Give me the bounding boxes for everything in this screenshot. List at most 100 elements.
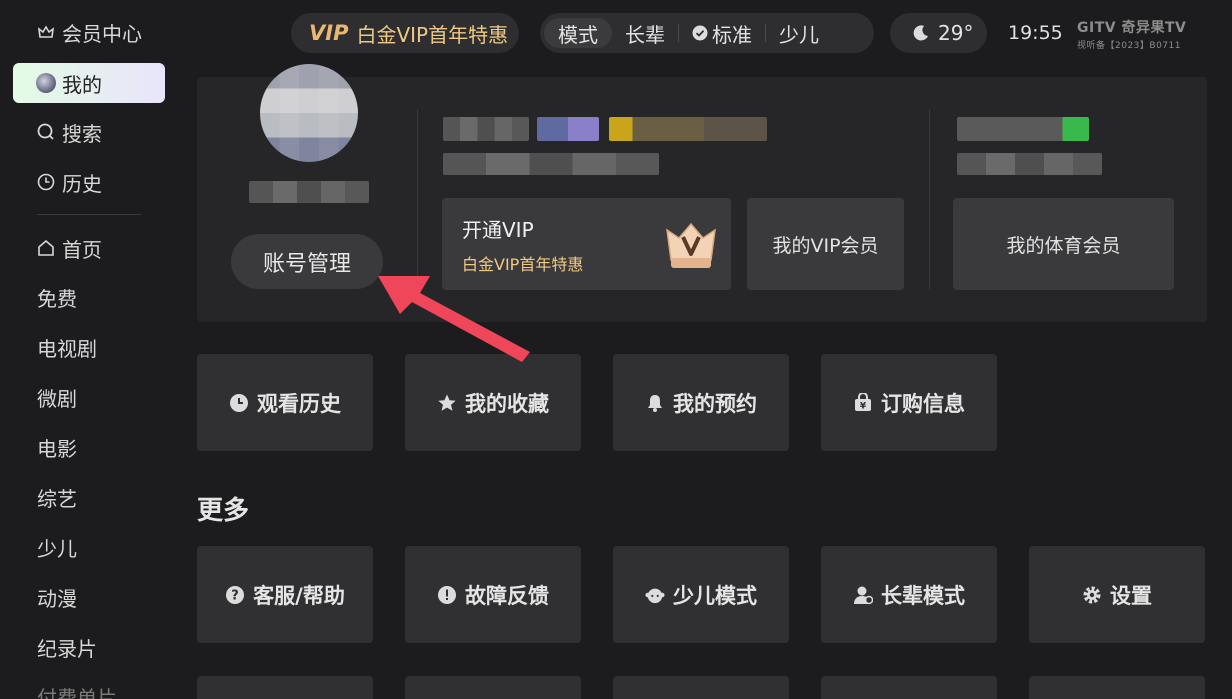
mode-label: 模式 bbox=[544, 18, 612, 48]
open-vip-subtitle: 白金VIP首年特惠 bbox=[462, 254, 584, 274]
my-reservations-tile[interactable]: 我的预约 bbox=[613, 354, 789, 451]
sidebar-item-search[interactable]: 搜索 bbox=[13, 112, 165, 152]
weather-widget[interactable]: 29° bbox=[890, 13, 987, 53]
tile-label: 我的预约 bbox=[673, 391, 757, 416]
clock-icon bbox=[36, 172, 56, 192]
vip-promo-button[interactable]: VIP 白金VIP首年特惠 bbox=[291, 13, 519, 53]
my-vip-membership-button[interactable]: 我的VIP会员 bbox=[747, 198, 904, 290]
clock-icon bbox=[229, 393, 249, 413]
sidebar-item-mine[interactable]: 我的 bbox=[13, 63, 165, 103]
sidebar-item-label: 少儿 bbox=[37, 536, 77, 561]
sidebar-item-label: 免费 bbox=[37, 286, 77, 311]
fault-feedback-tile[interactable]: 故障反馈 bbox=[405, 546, 581, 643]
tile-label: 少儿模式 bbox=[673, 583, 757, 608]
mode-standard-button[interactable]: 标准 bbox=[679, 18, 765, 48]
sidebar-item-tv-series[interactable]: 电视剧 bbox=[13, 327, 165, 367]
sidebar-item-label: 综艺 bbox=[37, 486, 77, 511]
elder-mode-tile[interactable]: 长辈模式 bbox=[821, 546, 997, 643]
sidebar-item-home[interactable]: 首页 bbox=[13, 228, 165, 268]
profile-avatar bbox=[260, 64, 358, 162]
my-sports-membership-button[interactable]: 我的体育会员 bbox=[953, 198, 1174, 290]
search-icon bbox=[36, 122, 56, 142]
avatar-icon bbox=[36, 73, 56, 93]
blurred-username bbox=[249, 181, 369, 203]
tile-label: 观看历史 bbox=[257, 391, 341, 416]
sidebar: 会员中心 我的 搜索 历史 首页 免费 电视剧 微剧 电影 综艺 少儿 动漫 纪… bbox=[0, 0, 180, 699]
sidebar-item-documentary[interactable]: 纪录片 bbox=[13, 627, 165, 667]
divider bbox=[417, 109, 418, 289]
more-tile-partial[interactable] bbox=[821, 676, 997, 699]
mode-elder-button[interactable]: 长辈 bbox=[612, 18, 678, 48]
blurred-badge bbox=[537, 117, 599, 141]
sidebar-item-member-center[interactable]: 会员中心 bbox=[13, 12, 165, 52]
more-tile-partial[interactable] bbox=[197, 676, 373, 699]
vip-tag: VIP bbox=[309, 21, 349, 45]
kids-mode-tile[interactable]: 少儿模式 bbox=[613, 546, 789, 643]
gear-icon bbox=[1082, 585, 1102, 605]
blurred-sports-status bbox=[957, 117, 1089, 141]
sidebar-item-kids[interactable]: 少儿 bbox=[13, 527, 165, 567]
sidebar-item-label: 我的 bbox=[62, 72, 102, 97]
open-vip-button[interactable]: 开通VIP 白金VIP首年特惠 bbox=[442, 198, 731, 290]
check-circle-icon bbox=[692, 25, 708, 41]
elder-icon bbox=[853, 585, 873, 605]
sidebar-item-history[interactable]: 历史 bbox=[13, 162, 165, 202]
sidebar-item-label: 纪录片 bbox=[37, 636, 97, 661]
shopping-bag-icon: ¥ bbox=[853, 392, 873, 413]
more-tile-partial[interactable] bbox=[1029, 676, 1205, 699]
help-icon: ? bbox=[225, 585, 245, 605]
svg-text:¥: ¥ bbox=[860, 401, 867, 411]
my-page: 会员中心 我的 搜索 历史 首页 免费 电视剧 微剧 电影 综艺 少儿 动漫 纪… bbox=[0, 0, 1232, 699]
tile-label: 故障反馈 bbox=[465, 583, 549, 608]
blurred-sports-info bbox=[957, 153, 1102, 175]
blurred-expiry bbox=[443, 153, 659, 175]
more-tile-partial[interactable] bbox=[405, 676, 581, 699]
mode-switcher: 模式 长辈 标准 少儿 bbox=[540, 13, 874, 53]
sidebar-item-label: 付费单片 bbox=[37, 685, 117, 699]
clock: 19:55 bbox=[1008, 22, 1063, 44]
sidebar-item-label: 搜索 bbox=[62, 121, 102, 146]
divider bbox=[929, 109, 930, 289]
vip-promo-label: 白金VIP首年特惠 bbox=[356, 22, 509, 47]
sidebar-item-label: 首页 bbox=[62, 237, 102, 262]
settings-tile[interactable]: 设置 bbox=[1029, 546, 1205, 643]
mode-standard-label: 标准 bbox=[712, 22, 752, 47]
sidebar-item-label: 微剧 bbox=[37, 386, 77, 411]
tile-label: 长辈模式 bbox=[881, 583, 965, 608]
sidebar-item-movies[interactable]: 电影 bbox=[13, 427, 165, 467]
sidebar-divider bbox=[37, 214, 141, 215]
tile-label: 客服/帮助 bbox=[253, 583, 345, 608]
star-icon bbox=[437, 393, 457, 413]
sidebar-item-label: 会员中心 bbox=[62, 21, 142, 46]
weather-temp: 29° bbox=[938, 21, 974, 45]
sidebar-item-label: 电影 bbox=[37, 436, 77, 461]
tile-label: 订购信息 bbox=[881, 391, 965, 416]
watch-history-tile[interactable]: 观看历史 bbox=[197, 354, 373, 451]
more-tile-partial[interactable] bbox=[613, 676, 789, 699]
blurred-vip-status bbox=[609, 117, 767, 141]
order-info-tile[interactable]: ¥ 订购信息 bbox=[821, 354, 997, 451]
my-favorites-tile[interactable]: 我的收藏 bbox=[405, 354, 581, 451]
open-vip-title: 开通VIP bbox=[462, 217, 534, 242]
profile-card: 账号管理 开通VIP 白金VIP首年特惠 我的VIP会员 我的体育会员 bbox=[197, 64, 1207, 322]
more-section-title: 更多 bbox=[197, 496, 250, 526]
blurred-info bbox=[443, 117, 529, 141]
crown-icon bbox=[36, 22, 56, 42]
account-management-button[interactable]: 账号管理 bbox=[231, 234, 383, 289]
license-number: 视听备【2023】B0711 bbox=[1077, 41, 1181, 51]
sidebar-item-label: 电视剧 bbox=[37, 336, 97, 361]
tile-label: 设置 bbox=[1110, 583, 1152, 608]
sidebar-item-paid-movies[interactable]: 付费单片 bbox=[13, 676, 165, 699]
svg-text:?: ? bbox=[231, 588, 239, 603]
sidebar-item-free[interactable]: 免费 bbox=[13, 277, 165, 317]
home-icon bbox=[36, 238, 56, 258]
mode-kids-button[interactable]: 少儿 bbox=[766, 18, 832, 48]
sidebar-item-anime[interactable]: 动漫 bbox=[13, 577, 165, 617]
customer-help-tile[interactable]: ? 客服/帮助 bbox=[197, 546, 373, 643]
sidebar-item-variety[interactable]: 综艺 bbox=[13, 477, 165, 517]
sidebar-item-label: 历史 bbox=[62, 171, 102, 196]
vip-crown-icon bbox=[663, 220, 719, 272]
brand-logo: GITV 奇异果TV 视听备【2023】B0711 bbox=[1077, 17, 1186, 51]
sidebar-item-micro-drama[interactable]: 微剧 bbox=[13, 377, 165, 417]
bell-icon bbox=[645, 393, 665, 413]
